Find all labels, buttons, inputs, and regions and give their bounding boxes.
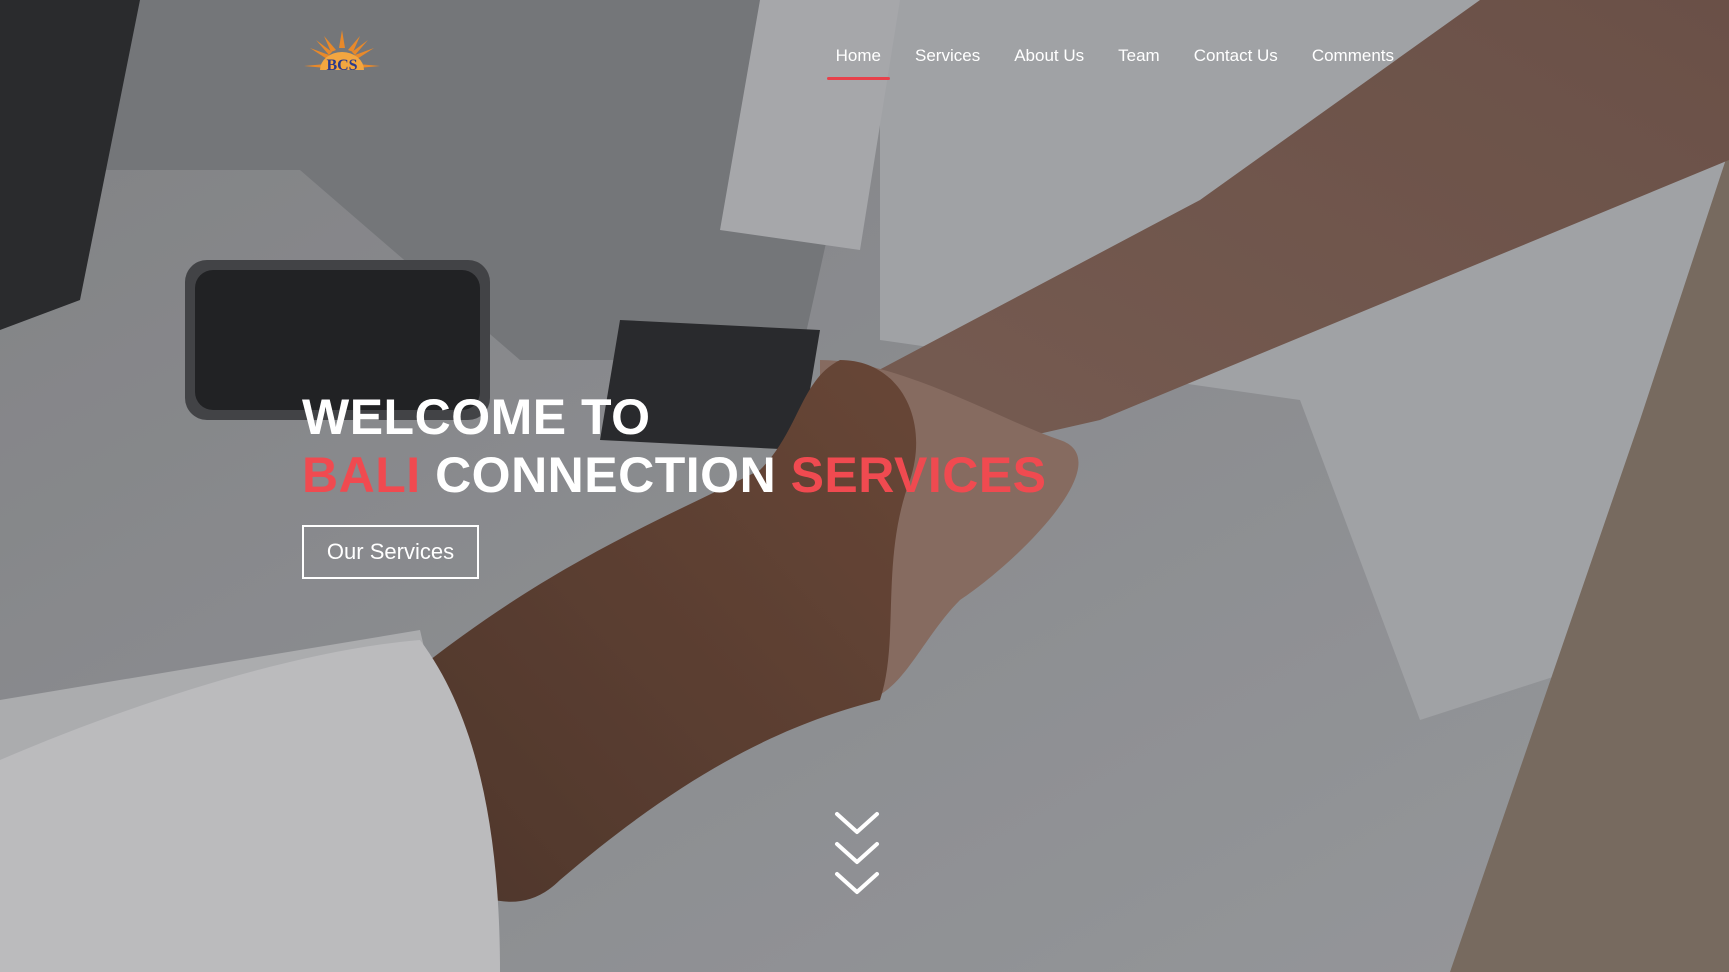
hero-title-services: SERVICES bbox=[790, 447, 1047, 503]
nav-item-about-us[interactable]: About Us bbox=[997, 40, 1101, 80]
nav-item-home[interactable]: Home bbox=[819, 40, 898, 80]
nav-item-services[interactable]: Services bbox=[898, 40, 997, 80]
nav-item-comments[interactable]: Comments bbox=[1295, 40, 1411, 80]
logo-text: BCS bbox=[326, 57, 357, 74]
nav-item-team[interactable]: Team bbox=[1101, 40, 1177, 80]
chevrons-down-icon[interactable] bbox=[833, 810, 881, 902]
hero-title-line-1: WELCOME TO bbox=[302, 389, 651, 445]
bcs-logo[interactable]: BCS bbox=[302, 28, 382, 78]
nav-menu: Home Services About Us Team Contact Us C… bbox=[819, 40, 1411, 80]
hero-headline: WELCOME TO BALI CONNECTION SERVICES bbox=[302, 388, 1047, 504]
nav-item-contact-us[interactable]: Contact Us bbox=[1177, 40, 1295, 80]
top-navigation: BCS Home Services About Us Team Contact … bbox=[0, 0, 1729, 90]
hero-title-bali: BALI bbox=[302, 447, 421, 503]
hero-title-line-2: BALI CONNECTION SERVICES bbox=[302, 446, 1047, 504]
our-services-button[interactable]: Our Services bbox=[302, 525, 479, 579]
hero-title-connection: CONNECTION bbox=[435, 447, 777, 503]
